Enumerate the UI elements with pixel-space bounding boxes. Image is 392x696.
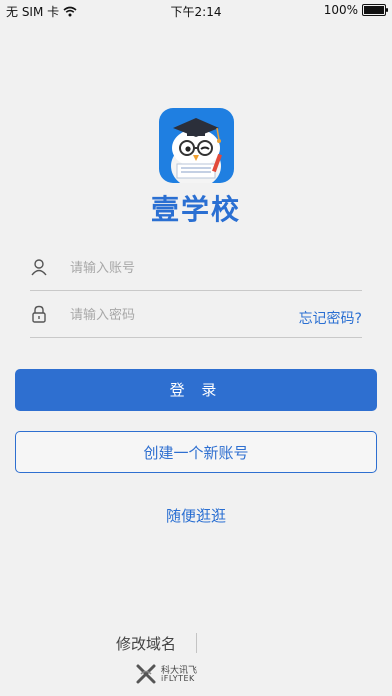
iflytek-logo: 科大讯飞 iFLYTEK: [135, 663, 225, 685]
status-bar: 无 SIM 卡 下午2:14 100%: [0, 0, 392, 20]
app-logo: [159, 108, 234, 183]
battery-percent: 100%: [323, 3, 358, 17]
password-field[interactable]: 忘记密码?: [30, 291, 362, 338]
browse-as-guest-link[interactable]: 随便逛逛: [0, 505, 392, 526]
footer-divider: [196, 633, 197, 653]
username-field[interactable]: [30, 244, 362, 291]
battery-icon: [362, 4, 388, 16]
battery-fill: [364, 6, 384, 14]
iflytek-en-text: iFLYTEK: [161, 674, 195, 683]
lock-icon: [32, 305, 46, 323]
iflytek-logo-icon: [136, 664, 156, 684]
brand-name: 壹学校: [150, 193, 241, 226]
change-domain-link[interactable]: 修改域名: [116, 633, 176, 654]
status-right: 100%: [323, 3, 388, 17]
user-icon: [31, 259, 47, 276]
login-button[interactable]: 登 录: [15, 369, 377, 411]
username-input[interactable]: [68, 254, 292, 282]
password-input[interactable]: [68, 301, 292, 329]
register-button[interactable]: 创建一个新账号: [15, 431, 377, 473]
forgot-password-link[interactable]: 忘记密码?: [299, 308, 362, 328]
owl-mascot-icon: [171, 118, 222, 183]
